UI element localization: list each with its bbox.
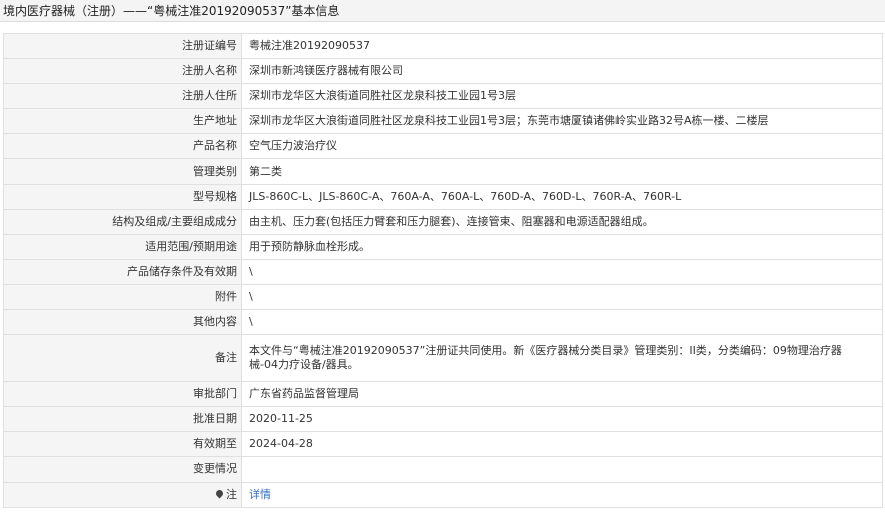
table-row: 型号规格 JLS-860C-L、JLS-860C-A、760A-A、760A-L… (3, 183, 883, 210)
model-spec: JLS-860C-L、JLS-860C-A、760A-A、760A-L、760D… (249, 189, 682, 203)
row-value (241, 456, 883, 483)
row-value: JLS-860C-L、JLS-860C-A、760A-A、760A-L、760D… (241, 183, 883, 210)
row-value: 用于预防静脉血栓形成。 (241, 233, 883, 260)
note-label: 注 (226, 487, 237, 501)
table-row: 适用范围/预期用途 用于预防静脉血栓形成。 (3, 233, 883, 260)
table-row: 批准日期 2020-11-25 (3, 406, 883, 433)
row-value: 2024-04-28 (241, 431, 883, 458)
row-label: 适用范围/预期用途 (3, 233, 242, 260)
table-row: 注 详情 (3, 481, 883, 508)
row-value: 本文件与“粤械注准20192090537”注册证共同使用。新《医疗器械分类目录》… (241, 334, 883, 383)
row-label: 产品储存条件及有效期 (3, 258, 242, 285)
page-title: 境内医疗器械（注册）——“粤械注准20192090537”基本信息 (3, 4, 340, 18)
table-row: 有效期至 2024-04-28 (3, 431, 883, 458)
row-value: \ (241, 258, 883, 285)
table-row: 注册人名称 深圳市新鸿镁医疗器械有限公司 (3, 58, 883, 85)
row-label: 附件 (3, 283, 242, 311)
row-value: \ (241, 309, 883, 336)
row-value: 深圳市龙华区大浪街道同胜社区龙泉科技工业园1号3层；东莞市塘厦镇诸佛岭实业路32… (241, 108, 883, 135)
row-label: 批准日期 (3, 406, 242, 433)
row-label: 审批部门 (3, 381, 242, 408)
row-value: 深圳市龙华区大浪街道同胜社区龙泉科技工业园1号3层 (241, 83, 883, 110)
table-row: 生产地址 深圳市龙华区大浪街道同胜社区龙泉科技工业园1号3层；东莞市塘厦镇诸佛岭… (3, 108, 883, 135)
product-name: 空气压力波治疗仪 (249, 139, 337, 153)
row-value: 2020-11-25 (241, 406, 883, 433)
row-label: 其他内容 (3, 309, 242, 336)
row-label: 注册证编号 (3, 32, 242, 60)
table-row: 产品储存条件及有效期 \ (3, 258, 883, 285)
table-row: 附件 \ (3, 283, 883, 311)
other-content: \ (249, 315, 253, 329)
row-value: 广东省药品监督管理局 (241, 381, 883, 408)
row-value: 空气压力波治疗仪 (241, 133, 883, 160)
note-label-cell: 注 (3, 481, 242, 508)
table-row: 审批部门 广东省药品监督管理局 (3, 381, 883, 408)
approval-department: 广东省药品监督管理局 (249, 387, 359, 401)
table-row: 结构及组成/主要组成成分 由主机、压力套(包括压力臂套和压力腿套)、连接管束、阻… (3, 208, 883, 235)
page-header: 境内医疗器械（注册）——“粤械注准20192090537”基本信息 (0, 0, 885, 22)
table-row: 变更情况 (3, 456, 883, 483)
management-category: 第二类 (249, 164, 282, 178)
row-label: 管理类别 (3, 158, 242, 185)
table-row: 备注 本文件与“粤械注准20192090537”注册证共同使用。新《医疗器械分类… (3, 334, 883, 383)
table-row: 管理类别 第二类 (3, 158, 883, 185)
registrant-name: 深圳市新鸿镁医疗器械有限公司 (249, 64, 403, 78)
registrant-address: 深圳市龙华区大浪街道同胜社区龙泉科技工业园1号3层 (249, 89, 516, 103)
pin-icon (214, 488, 225, 498)
remarks: 本文件与“粤械注准20192090537”注册证共同使用。新《医疗器械分类目录》… (249, 344, 842, 372)
row-label: 变更情况 (3, 456, 242, 483)
registration-number: 粤械注准20192090537 (249, 39, 370, 53)
info-table: 注册证编号 粤械注准20192090537 注册人名称 深圳市新鸿镁医疗器械有限… (3, 32, 883, 508)
approval-date: 2020-11-25 (249, 412, 313, 426)
structure-composition: 由主机、压力套(包括压力臂套和压力腿套)、连接管束、阻塞器和电源适配器组成。 (249, 214, 654, 228)
row-value: 粤械注准20192090537 (241, 32, 883, 60)
row-label: 产品名称 (3, 133, 242, 160)
row-value: 由主机、压力套(包括压力臂套和压力腿套)、连接管束、阻塞器和电源适配器组成。 (241, 208, 883, 235)
attachments: \ (249, 289, 253, 303)
intended-use: 用于预防静脉血栓形成。 (249, 239, 370, 253)
details-link[interactable]: 详情 (249, 488, 271, 501)
row-label: 备注 (3, 334, 242, 383)
row-label: 型号规格 (3, 183, 242, 210)
row-value: 详情 (241, 481, 883, 508)
table-row: 注册证编号 粤械注准20192090537 (3, 32, 883, 60)
storage-conditions: \ (249, 264, 253, 278)
production-address: 深圳市龙华区大浪街道同胜社区龙泉科技工业园1号3层；东莞市塘厦镇诸佛岭实业路32… (249, 114, 769, 128)
table-row: 其他内容 \ (3, 309, 883, 336)
valid-until: 2024-04-28 (249, 437, 313, 451)
table-row: 产品名称 空气压力波治疗仪 (3, 133, 883, 160)
row-label: 生产地址 (3, 108, 242, 135)
row-label: 注册人住所 (3, 83, 242, 110)
row-label: 有效期至 (3, 431, 242, 458)
row-label: 注册人名称 (3, 58, 242, 85)
row-value: 第二类 (241, 158, 883, 185)
row-value: \ (241, 283, 883, 311)
row-label: 结构及组成/主要组成成分 (3, 208, 242, 235)
table-row: 注册人住所 深圳市龙华区大浪街道同胜社区龙泉科技工业园1号3层 (3, 83, 883, 110)
row-value: 深圳市新鸿镁医疗器械有限公司 (241, 58, 883, 85)
